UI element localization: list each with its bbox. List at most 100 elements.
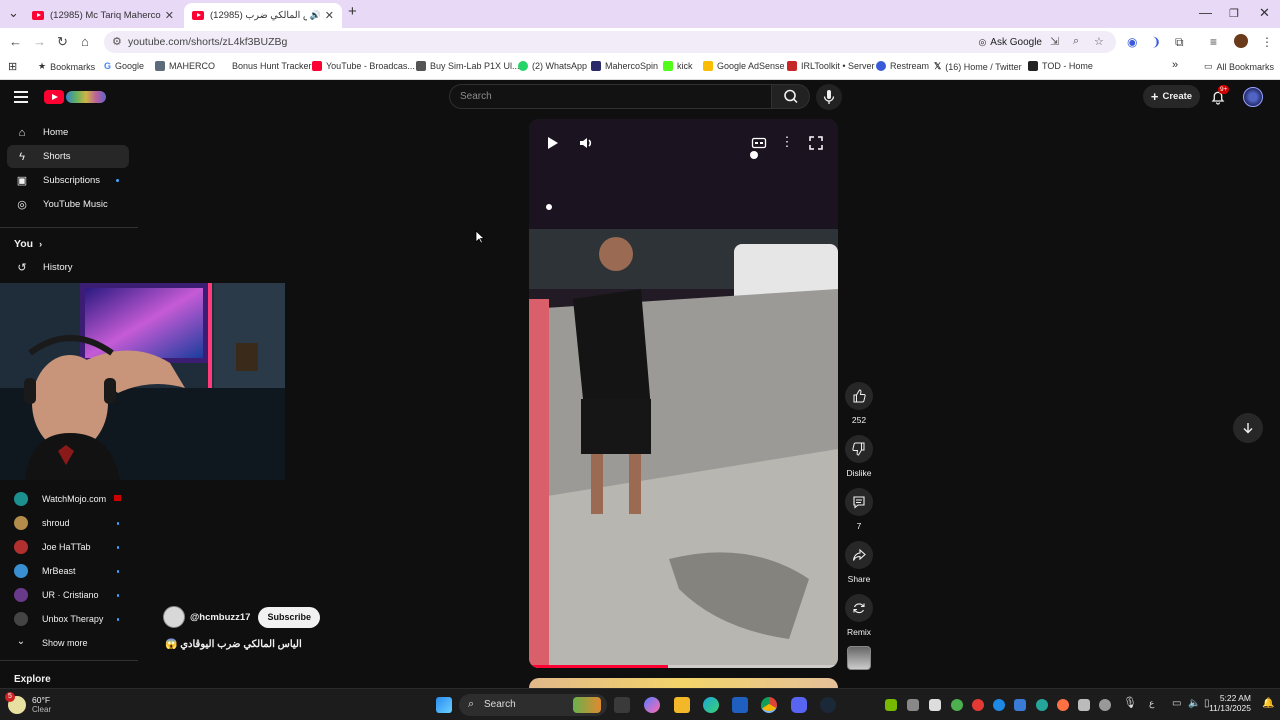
network-icon[interactable]: ▭: [1172, 698, 1181, 709]
reload-icon[interactable]: ↻: [57, 34, 68, 50]
close-tab-icon[interactable]: ✕: [165, 9, 174, 22]
create-button[interactable]: + Create: [1143, 85, 1200, 108]
bookmark-item[interactable]: (2) WhatsApp: [518, 61, 587, 71]
bluetooth-tray-icon[interactable]: [993, 699, 1005, 711]
browser-tab-1[interactable]: (12985) Mc Tariq Maherco Drin… ✕: [24, 3, 182, 28]
bookmark-item[interactable]: 𝕏 (16) Home / Twitter: [934, 61, 1022, 72]
file-explorer-icon[interactable]: [674, 697, 690, 713]
audio-playing-icon[interactable]: 🔊: [310, 10, 321, 21]
microphone-tray-icon[interactable]: 🎙: [1123, 696, 1137, 709]
video-progress-bar[interactable]: [529, 665, 838, 668]
voice-search-button[interactable]: [816, 84, 842, 110]
more-bookmarks-icon[interactable]: »: [1172, 59, 1178, 71]
sound-thumbnail[interactable]: [847, 646, 871, 670]
short-title[interactable]: الياس المالكي ضرب اليوڤادي 😱: [165, 639, 302, 650]
subscription-item[interactable]: shroud: [7, 513, 129, 533]
bookmark-item[interactable]: IRLToolkit • Server: [787, 61, 875, 71]
tray-app-icon[interactable]: [1057, 699, 1069, 711]
discord-icon[interactable]: [791, 697, 807, 713]
bookmark-item[interactable]: Google AdSense: [703, 61, 785, 71]
bookmark-star-icon[interactable]: ☆: [1094, 35, 1104, 48]
zoom-icon[interactable]: ⌕: [1073, 35, 1079, 48]
sidebar-item-youtube-music[interactable]: ◎ YouTube Music: [7, 193, 129, 216]
subscription-item[interactable]: Unbox Therapy: [7, 609, 129, 629]
notifications-button[interactable]: 9+: [1210, 85, 1230, 105]
bookmark-item[interactable]: TOD - Home: [1028, 61, 1093, 71]
copilot-icon[interactable]: [644, 697, 660, 713]
browser-menu-icon[interactable]: ⋮: [1261, 35, 1273, 49]
sidebar-you-header[interactable]: You ›: [14, 238, 42, 250]
bookmark-item[interactable]: Restream: [876, 61, 929, 71]
channel-handle[interactable]: @hcmbuzz17: [190, 612, 250, 623]
bookmark-item[interactable]: ★ Bookmarks: [38, 61, 95, 72]
apps-grid-icon[interactable]: ⊞: [8, 60, 17, 73]
fullscreen-button[interactable]: [807, 134, 825, 152]
tray-app-icon[interactable]: [1036, 699, 1048, 711]
remix-button[interactable]: Remix: [845, 594, 873, 637]
youtube-logo[interactable]: [44, 89, 106, 105]
tab-search-icon[interactable]: ⌄: [8, 5, 19, 21]
sidebar-item-home[interactable]: ⌂ Home: [7, 121, 129, 144]
bookmark-item[interactable]: G Google: [104, 61, 144, 71]
shorts-video-player[interactable]: ⋮: [529, 119, 838, 668]
close-tab-icon[interactable]: ✕: [325, 9, 334, 22]
media-controls-icon[interactable]: ≡: [1210, 35, 1217, 49]
all-bookmarks-button[interactable]: ▭ All Bookmarks: [1204, 61, 1274, 72]
close-window-icon[interactable]: ✕: [1259, 5, 1270, 21]
tray-app-icon[interactable]: [1099, 699, 1111, 711]
tray-app-icon[interactable]: [1078, 699, 1090, 711]
dislike-button[interactable]: Dislike: [845, 435, 873, 478]
share-button[interactable]: Share: [845, 541, 873, 584]
input-language-indicator[interactable]: ع: [1149, 698, 1154, 709]
tray-app-icon[interactable]: [907, 699, 919, 711]
bookmark-item[interactable]: kick: [663, 61, 693, 71]
restore-window-icon[interactable]: ❐: [1229, 7, 1239, 20]
store-icon[interactable]: [732, 697, 748, 713]
sidebar-item-history[interactable]: ↺ History: [7, 256, 129, 279]
windows-start-icon[interactable]: [436, 697, 452, 713]
edge-icon[interactable]: [703, 697, 719, 713]
bookmark-item[interactable]: MAHERCO: [155, 61, 215, 71]
url-text[interactable]: youtube.com/shorts/zL4kf3BUZBg: [128, 36, 287, 48]
new-tab-button[interactable]: +: [348, 3, 357, 20]
nvidia-tray-icon[interactable]: [885, 699, 897, 711]
volume-button[interactable]: [577, 134, 595, 152]
account-avatar[interactable]: [1243, 87, 1263, 107]
home-icon[interactable]: ⌂: [81, 34, 89, 49]
volume-icon[interactable]: 🔈: [1188, 698, 1200, 709]
notification-center-icon[interactable]: 🔔: [1262, 698, 1274, 709]
like-button[interactable]: 252: [845, 382, 873, 425]
search-button[interactable]: [771, 84, 810, 109]
tray-app-icon[interactable]: [951, 699, 963, 711]
play-button[interactable]: [543, 134, 561, 152]
show-more-button[interactable]: ⌄ Show more: [7, 633, 129, 653]
install-app-icon[interactable]: ⇲: [1050, 35, 1059, 48]
extension-vpn-icon[interactable]: ◉: [1127, 35, 1137, 49]
minimize-window-icon[interactable]: —: [1199, 5, 1212, 20]
taskbar-search-box[interactable]: ⌕ Search: [459, 694, 607, 716]
profile-avatar[interactable]: [1234, 34, 1248, 48]
ask-google-button[interactable]: ◎ Ask Google: [972, 34, 1048, 50]
search-input[interactable]: Search: [449, 84, 771, 109]
task-view-icon[interactable]: [614, 697, 630, 713]
forward-icon[interactable]: →: [33, 34, 46, 49]
channel-avatar[interactable]: [163, 606, 185, 628]
site-info-icon[interactable]: ⚙: [112, 35, 122, 48]
subscription-item[interactable]: WatchMojo.com: [7, 489, 129, 509]
sidebar-item-shorts[interactable]: ϟ Shorts: [7, 145, 129, 168]
subscription-item[interactable]: Joe HaTTab: [7, 537, 129, 557]
next-short-button[interactable]: [1233, 413, 1263, 443]
more-options-button[interactable]: ⋮: [778, 134, 796, 152]
captions-button[interactable]: [750, 134, 768, 152]
clock[interactable]: 5:22 AM 11/13/2025: [1209, 693, 1251, 713]
extension-audio-icon[interactable]: ❩: [1151, 35, 1161, 49]
subscribe-button[interactable]: Subscribe: [258, 606, 320, 628]
bookmark-item[interactable]: YouTube - Broadcas...: [312, 61, 415, 71]
address-bar[interactable]: ⚙ youtube.com/shorts/zL4kf3BUZBg ◎ Ask G…: [104, 31, 1116, 53]
extensions-puzzle-icon[interactable]: ⧉: [1175, 35, 1184, 50]
bookmark-item[interactable]: MahercoSpin: [591, 61, 658, 71]
bookmark-item[interactable]: Bonus Hunt Tracker: [218, 61, 312, 71]
chrome-icon[interactable]: [761, 697, 777, 713]
comments-button[interactable]: 7: [845, 488, 873, 531]
sidebar-item-subscriptions[interactable]: ▣ Subscriptions: [7, 169, 129, 192]
